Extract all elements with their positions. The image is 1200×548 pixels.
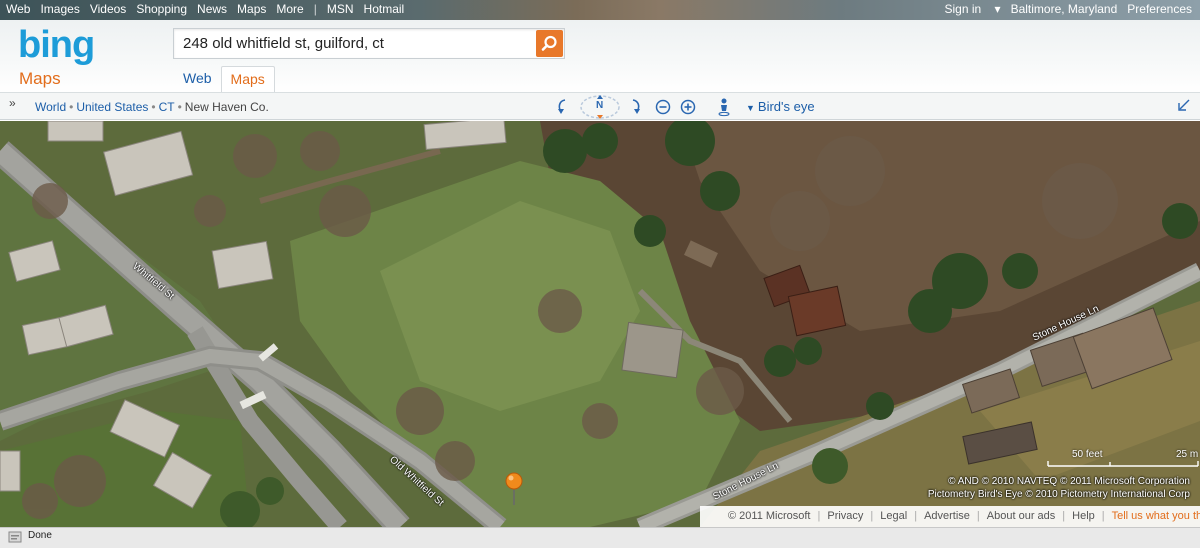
search-button[interactable] — [536, 30, 563, 57]
footer-divider: | — [870, 510, 874, 522]
street-view-person-icon[interactable] — [716, 97, 732, 117]
nav-link-shopping[interactable]: Shopping — [136, 2, 187, 16]
scale-feet-label: 50 feet — [1072, 449, 1103, 460]
birds-eye-view-dropdown[interactable]: ▼ Bird's eye — [746, 99, 815, 114]
search-tabs: Web Maps — [174, 66, 275, 92]
nav-link-web[interactable]: Web — [6, 2, 30, 16]
bing-maps-window: Web Images Videos Shopping News Maps Mor… — [0, 0, 1200, 548]
location-link[interactable]: Baltimore, Maryland — [1011, 2, 1118, 16]
bing-logo[interactable]: bing — [18, 24, 95, 67]
footer-divider: | — [817, 510, 821, 522]
footer-divider: | — [976, 510, 980, 522]
breadcrumb-united-states[interactable]: United States — [76, 100, 148, 114]
footer-divider: | — [1062, 510, 1066, 522]
header: bing Maps Web Maps — [0, 20, 1200, 92]
top-nav-right: Sign in ▾ Baltimore, Maryland Preference… — [925, 2, 1193, 16]
nav-link-news[interactable]: News — [197, 2, 227, 16]
breadcrumb-separator: • — [177, 100, 182, 114]
maps-section-title: Maps — [19, 69, 61, 88]
footer-feedback-link[interactable]: Tell us what you think — [1112, 510, 1200, 522]
nav-divider: | — [313, 2, 317, 16]
map-copyright-line-1: © AND © 2010 NAVTEQ © 2011 Microsoft Cor… — [948, 476, 1190, 487]
breadcrumb-county: New Haven Co. — [184, 100, 269, 114]
search-box — [173, 28, 565, 59]
expand-panel-button[interactable]: » — [9, 96, 16, 110]
footer-privacy-link[interactable]: Privacy — [827, 510, 863, 522]
nav-link-hotmail[interactable]: Hotmail — [364, 2, 405, 16]
breadcrumb: World • United States • CT • New Haven Co. — [35, 100, 269, 114]
sign-in-label: Sign in — [944, 2, 982, 16]
compass-north-label: N — [596, 100, 604, 111]
chevron-down-icon: ▾ — [994, 2, 1001, 16]
top-nav-links: Web Images Videos Shopping News Maps Mor… — [6, 2, 414, 16]
page-footer: © 2011 Microsoft | Privacy | Legal | Advertise… — [700, 506, 1200, 527]
sign-in-link[interactable]: Sign in ▾ — [935, 2, 1001, 16]
map-copyright-line-2: Pictometry Bird's Eye © 2010 Pictometry … — [927, 489, 1190, 500]
birds-eye-label: Bird's eye — [757, 99, 815, 114]
nav-link-images[interactable]: Images — [40, 2, 79, 16]
tab-web[interactable]: Web — [174, 66, 221, 92]
top-nav-bar: Web Images Videos Shopping News Maps Mor… — [0, 0, 1200, 20]
preferences-link[interactable]: Preferences — [1127, 2, 1192, 16]
rotate-left-icon[interactable] — [554, 97, 570, 117]
zoom-out-icon[interactable] — [654, 97, 672, 117]
tab-maps[interactable]: Maps — [220, 66, 275, 92]
nav-link-more[interactable]: More — [276, 2, 303, 16]
footer-copyright: © 2011 Microsoft — [728, 510, 811, 522]
map-toolbar: » World • United States • CT • New Haven Co. N — [0, 92, 1200, 120]
dropdown-caret-icon: ▼ — [746, 103, 755, 113]
map-canvas[interactable]: Whitfield St Old Whitfield St Stone Hous… — [0, 121, 1200, 527]
nav-link-maps[interactable]: Maps — [237, 2, 266, 16]
rotate-right-icon[interactable] — [628, 97, 644, 117]
nav-link-videos[interactable]: Videos — [90, 2, 126, 16]
nav-link-msn[interactable]: MSN — [327, 2, 354, 16]
breadcrumb-separator: • — [69, 100, 74, 114]
footer-legal-link[interactable]: Legal — [880, 510, 907, 522]
search-input[interactable] — [174, 29, 534, 58]
footer-advertise-link[interactable]: Advertise — [924, 510, 970, 522]
collapse-toolbar-icon[interactable] — [1177, 98, 1191, 112]
breadcrumb-ct[interactable]: CT — [159, 100, 175, 114]
compass-control[interactable]: N — [578, 94, 622, 120]
zoom-in-icon[interactable] — [679, 97, 697, 117]
aerial-imagery — [0, 121, 1200, 527]
footer-help-link[interactable]: Help — [1072, 510, 1095, 522]
search-icon — [541, 35, 557, 51]
page-status-icon — [8, 531, 22, 543]
footer-about-ads-link[interactable]: About our ads — [987, 510, 1056, 522]
browser-status-bar: Done — [0, 527, 1200, 548]
footer-divider: | — [1101, 510, 1105, 522]
breadcrumb-world[interactable]: World — [35, 100, 66, 114]
footer-divider: | — [914, 510, 918, 522]
scale-meters-label: 25 m — [1176, 449, 1199, 460]
breadcrumb-separator: • — [151, 100, 156, 114]
status-text: Done — [28, 530, 52, 541]
